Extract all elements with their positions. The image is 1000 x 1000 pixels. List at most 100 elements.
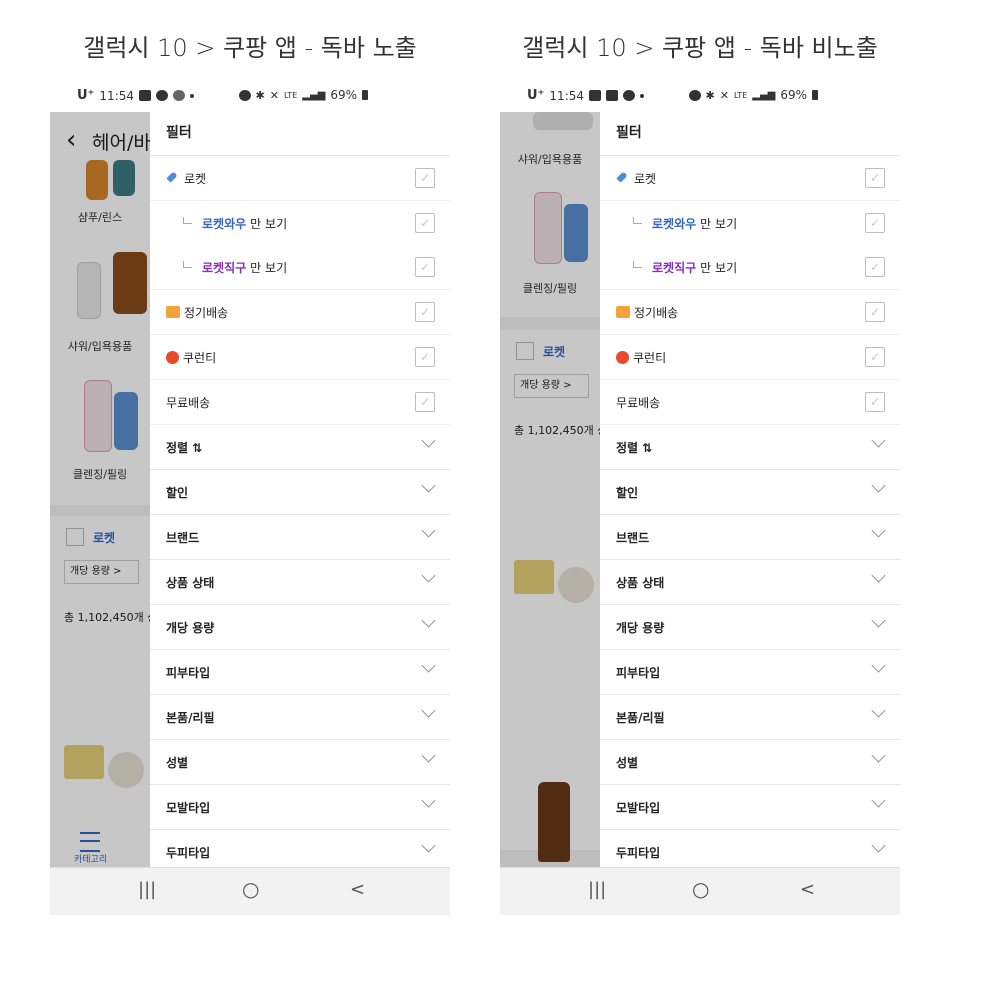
section-hair-type[interactable]: 모발타입: [600, 785, 900, 830]
chat-icon: [623, 90, 636, 101]
section-capacity[interactable]: 개당 용량: [600, 605, 900, 650]
filter-row-free-shipping[interactable]: 무료배송 ✓: [600, 380, 900, 425]
carrier-label: U⁺: [527, 88, 545, 103]
section-label: 두피타입: [166, 846, 211, 860]
section-hair-type[interactable]: 모발타입: [150, 785, 450, 830]
section-capacity[interactable]: 개당 용량: [150, 605, 450, 650]
network-label: LTE: [733, 90, 748, 100]
bluetooth-icon: ✱: [255, 88, 265, 102]
chevron-down-icon: [421, 568, 436, 583]
phone-left: U⁺ 11:54 ✱ ✕ LTE ▂▄▆ 69% ‹ 헤어/바 샴푸/린스 샤워…: [50, 75, 450, 915]
section-brand[interactable]: 브랜드: [600, 515, 900, 560]
section-gender[interactable]: 성별: [150, 740, 450, 785]
filter-row-rocket-direct[interactable]: 로켓직구 만 보기 ✓: [150, 245, 450, 290]
section-skin-type[interactable]: 피부타입: [600, 650, 900, 695]
section-label: 정렬 ⇅: [166, 441, 203, 455]
filter-row-rocket[interactable]: 로켓 ✓: [600, 156, 900, 201]
section-refill[interactable]: 본품/리필: [600, 695, 900, 740]
section-gender[interactable]: 성별: [600, 740, 900, 785]
section-discount[interactable]: 할인: [600, 470, 900, 515]
section-sort[interactable]: 정렬 ⇅: [600, 425, 900, 470]
carrier-label: U⁺: [77, 88, 95, 103]
filter-label-strong: 로켓직구: [652, 260, 697, 275]
android-nav-bar: ||| ○ <: [500, 867, 900, 915]
checkbox[interactable]: ✓: [415, 213, 435, 233]
section-label: 할인: [166, 486, 189, 500]
section-label: 브랜드: [616, 531, 650, 545]
filter-row-subscription[interactable]: 정기배송 ✓: [150, 290, 450, 335]
checkbox[interactable]: ✓: [415, 257, 435, 277]
chevron-down-icon: [871, 748, 886, 763]
section-discount[interactable]: 할인: [150, 470, 450, 515]
chevron-down-icon: [871, 703, 886, 718]
home-icon[interactable]: ○: [692, 877, 709, 901]
chevron-down-icon: [421, 658, 436, 673]
section-condition[interactable]: 상품 상태: [600, 560, 900, 605]
section-label: 개당 용량: [166, 621, 215, 635]
notification-dot-icon: [190, 93, 195, 98]
section-label: 모발타입: [166, 801, 211, 815]
section-label: 본품/리필: [166, 711, 215, 725]
filter-label: 로켓: [634, 171, 657, 186]
battery-label: 69%: [780, 88, 807, 102]
checkbox[interactable]: ✓: [865, 168, 885, 188]
mute-icon: ✕: [719, 88, 729, 102]
gallery-icon: [589, 90, 602, 101]
filter-row-coupang-guarantee[interactable]: 쿠런티 ✓: [150, 335, 450, 380]
filter-row-rocket-direct[interactable]: 로켓직구 만 보기 ✓: [600, 245, 900, 290]
section-sort[interactable]: 정렬 ⇅: [150, 425, 450, 470]
filter-row-free-shipping[interactable]: 무료배송 ✓: [150, 380, 450, 425]
alarm-icon: [238, 89, 251, 101]
checkbox[interactable]: ✓: [865, 302, 885, 322]
recents-icon[interactable]: |||: [138, 879, 156, 900]
filter-row-coupang-guarantee[interactable]: 쿠런티 ✓: [600, 335, 900, 380]
back-icon[interactable]: <: [350, 879, 365, 900]
status-bar: U⁺ 11:54 ✱ ✕ LTE ▂▄▆ 69%: [500, 75, 900, 112]
checkbox[interactable]: ✓: [865, 347, 885, 367]
time-label: 11:54: [549, 88, 585, 103]
home-icon[interactable]: ○: [242, 877, 259, 901]
app-icon: [173, 90, 186, 101]
phone-right: U⁺ 11:54 ✱ ✕ LTE ▂▄▆ 69% 샤워/입욕용품 클렌징/필링 …: [500, 75, 900, 915]
chevron-down-icon: [421, 703, 436, 718]
fire-icon: [166, 350, 179, 364]
filter-row-rocket[interactable]: 로켓 ✓: [150, 156, 450, 201]
filter-row-rocket-wow[interactable]: 로켓와우 만 보기 ✓: [150, 201, 450, 245]
filter-drawer: 필터 로켓 ✓ 로켓와우 만 보기 ✓ 로켓직구 만 보기 ✓ 정기배송 ✓ 쿠런티 ✓ 무료…: [150, 112, 450, 875]
network-label: LTE: [283, 90, 298, 100]
chevron-down-icon: [871, 433, 886, 448]
section-label: 상품 상태: [616, 576, 665, 590]
chevron-down-icon: [421, 433, 436, 448]
section-brand[interactable]: 브랜드: [150, 515, 450, 560]
checkbox[interactable]: ✓: [865, 392, 885, 412]
notification-dot-icon: [640, 93, 645, 98]
filter-label: 쿠런티: [183, 350, 217, 365]
section-label: 성별: [616, 756, 639, 770]
recents-icon[interactable]: |||: [588, 879, 606, 900]
checkbox[interactable]: ✓: [865, 213, 885, 233]
filter-label-strong: 로켓와우: [652, 216, 697, 231]
section-label: 할인: [616, 486, 639, 500]
section-label: 모발타입: [616, 801, 661, 815]
filter-label-strong: 로켓와우: [202, 216, 247, 231]
back-icon[interactable]: <: [800, 879, 815, 900]
checkbox[interactable]: ✓: [415, 302, 435, 322]
checkbox[interactable]: ✓: [415, 392, 435, 412]
section-condition[interactable]: 상품 상태: [150, 560, 450, 605]
chevron-down-icon: [871, 613, 886, 628]
filter-row-subscription[interactable]: 정기배송 ✓: [600, 290, 900, 335]
section-skin-type[interactable]: 피부타입: [150, 650, 450, 695]
chevron-down-icon: [871, 478, 886, 493]
checkbox[interactable]: ✓: [415, 168, 435, 188]
filter-row-rocket-wow[interactable]: 로켓와우 만 보기 ✓: [600, 201, 900, 245]
section-label: 두피타입: [616, 846, 661, 860]
checkbox[interactable]: ✓: [865, 257, 885, 277]
plus-icon: [139, 90, 152, 101]
section-label: 피부타입: [166, 666, 211, 680]
checkbox[interactable]: ✓: [415, 347, 435, 367]
battery-icon: [812, 90, 818, 100]
section-label: 성별: [166, 756, 189, 770]
section-refill[interactable]: 본품/리필: [150, 695, 450, 740]
caption-left: 갤럭시 10 > 쿠팡 앱 - 독바 노출: [83, 34, 417, 62]
chevron-down-icon: [421, 478, 436, 493]
